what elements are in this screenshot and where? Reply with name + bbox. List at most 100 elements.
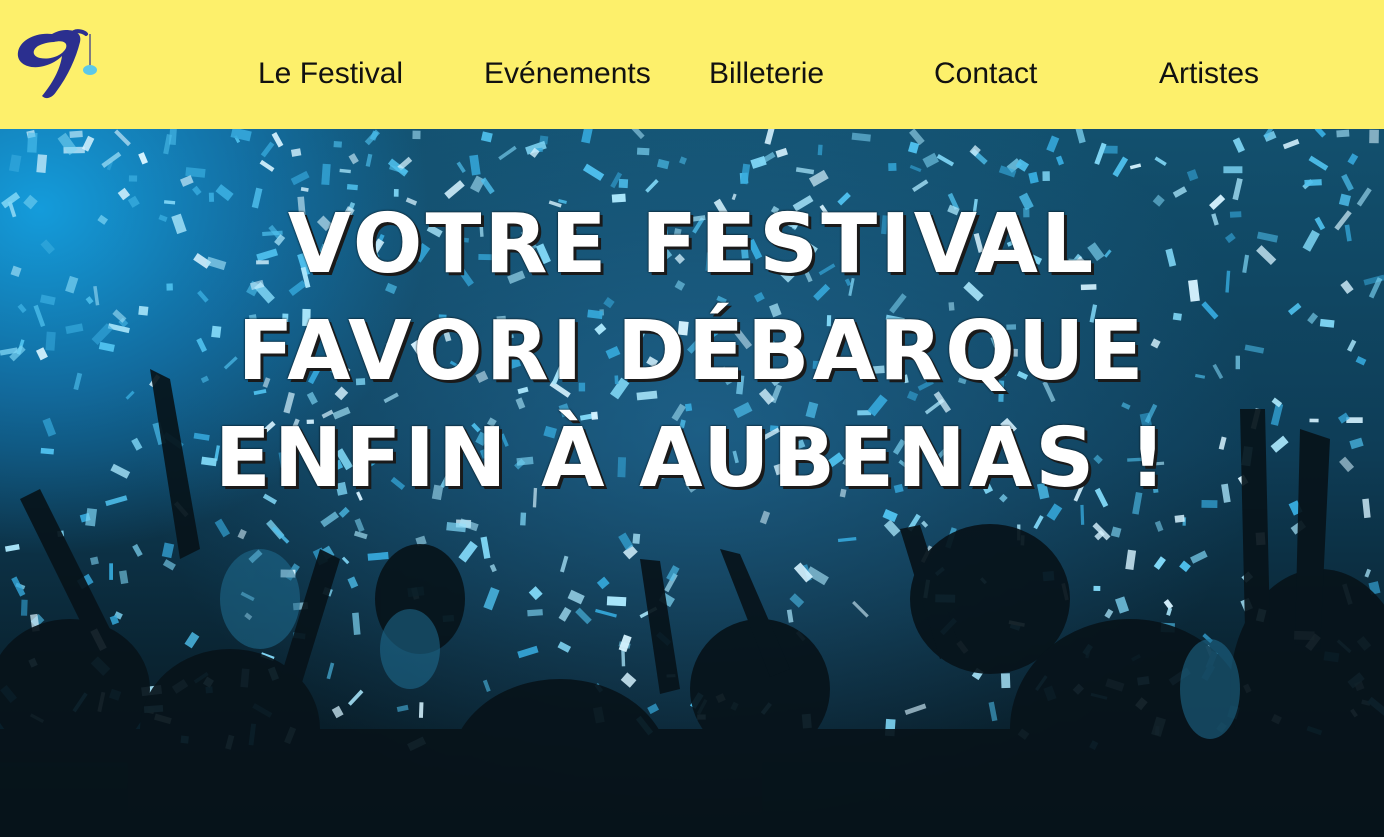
nav-artistes[interactable]: Artistes (1159, 55, 1259, 93)
confetti-piece (1110, 526, 1122, 538)
confetti-piece (341, 556, 350, 565)
confetti-piece (1174, 514, 1185, 523)
confetti-piece (1190, 550, 1208, 564)
confetti-piece (528, 586, 543, 601)
confetti-piece (922, 152, 940, 168)
confetti-piece (489, 563, 497, 573)
confetti-piece (596, 576, 610, 590)
confetti-piece (138, 152, 148, 165)
confetti-piece (1104, 608, 1114, 619)
confetti-piece (557, 641, 572, 653)
confetti-piece (469, 154, 481, 176)
headline-line-2: FAVORI DÉBARQUE (237, 304, 1147, 399)
confetti-piece (81, 135, 95, 152)
confetti-piece (352, 612, 361, 635)
confetti-piece (921, 520, 929, 528)
confetti-piece (567, 589, 585, 605)
confetti-piece (1046, 135, 1060, 153)
confetti-piece (666, 565, 680, 582)
confetti-piece (1336, 129, 1350, 138)
confetti-piece (764, 129, 776, 145)
confetti-piece (347, 576, 359, 589)
nav-le-festival[interactable]: Le Festival (258, 55, 403, 93)
confetti-piece (412, 130, 421, 140)
confetti-piece (636, 147, 650, 156)
confetti-piece (347, 689, 364, 706)
confetti-piece (333, 141, 342, 148)
confetti-piece (907, 141, 920, 154)
confetti-piece (271, 526, 290, 544)
festival-logo-icon[interactable] (14, 26, 100, 104)
confetti-piece (936, 154, 955, 167)
confetti-piece (321, 163, 331, 186)
confetti-piece (69, 130, 83, 138)
confetti-piece (558, 606, 572, 622)
confetti-piece (114, 129, 131, 147)
confetti-piece (909, 164, 922, 173)
confetti-piece (498, 145, 517, 161)
confetti-piece (837, 536, 857, 543)
nav-evenements[interactable]: Evénements (484, 55, 651, 93)
confetti-piece (132, 543, 143, 557)
confetti-piece (346, 184, 358, 191)
confetti-piece (109, 563, 114, 580)
confetti-piece (904, 703, 927, 716)
confetti-piece (786, 609, 794, 623)
confetti-piece (458, 540, 478, 563)
confetti-piece (365, 153, 373, 167)
confetti-piece (8, 154, 22, 173)
confetti-piece (260, 141, 275, 158)
confetti-piece (1042, 171, 1050, 181)
confetti-piece (1093, 585, 1101, 591)
page: Le Festival Evénements Billeterie Contac… (0, 0, 1384, 837)
confetti-piece (1000, 673, 1011, 689)
confetti-piece (606, 596, 627, 607)
confetti-piece (775, 147, 788, 158)
site-header: Le Festival Evénements Billeterie Contac… (0, 0, 1384, 129)
nav-contact[interactable]: Contact (934, 55, 1037, 93)
confetti-piece (456, 161, 466, 173)
confetti-piece (1055, 155, 1065, 166)
confetti-piece (418, 702, 424, 718)
confetti-piece (1129, 163, 1142, 170)
confetti-piece (1369, 129, 1379, 144)
confetti-piece (320, 511, 340, 528)
confetti-piece (237, 528, 247, 540)
hero-banner: VOTRE FESTIVAL FAVORI DÉBARQUE ENFIN À A… (0, 129, 1384, 837)
confetti-piece (1314, 129, 1327, 138)
confetti-piece (1304, 179, 1322, 187)
confetti-piece (4, 544, 20, 552)
confetti-piece (647, 703, 660, 715)
confetti-piece (331, 705, 344, 719)
confetti-piece (1341, 173, 1354, 192)
confetti-piece (582, 163, 605, 181)
confetti-piece (214, 518, 231, 538)
confetti-piece (180, 175, 194, 187)
confetti-piece (1112, 156, 1129, 178)
confetti-piece (632, 533, 641, 544)
confetti-piece (259, 159, 275, 172)
confetti-piece (290, 148, 302, 157)
confetti-piece (1232, 137, 1245, 153)
confetti-piece (1166, 607, 1173, 616)
confetti-piece (1186, 169, 1199, 182)
confetti-piece (1154, 520, 1164, 532)
confetti-piece (480, 131, 493, 143)
confetti-piece (184, 631, 200, 649)
confetti-piece (883, 519, 901, 537)
confetti-piece (1347, 153, 1359, 166)
confetti-piece (1028, 171, 1039, 184)
confetti-piece (230, 129, 252, 142)
confetti-piece (851, 132, 871, 142)
confetti-piece (988, 701, 998, 722)
confetti-piece (1364, 568, 1372, 578)
confetti-piece (482, 679, 491, 693)
confetti-piece (90, 556, 99, 566)
confetti-piece (888, 162, 897, 172)
confetti-piece (560, 555, 569, 573)
confetti-piece (354, 518, 365, 533)
confetti-piece (20, 599, 28, 616)
confetti-piece (795, 167, 815, 175)
nav-billeterie[interactable]: Billeterie (709, 55, 824, 93)
confetti-piece (817, 144, 823, 156)
